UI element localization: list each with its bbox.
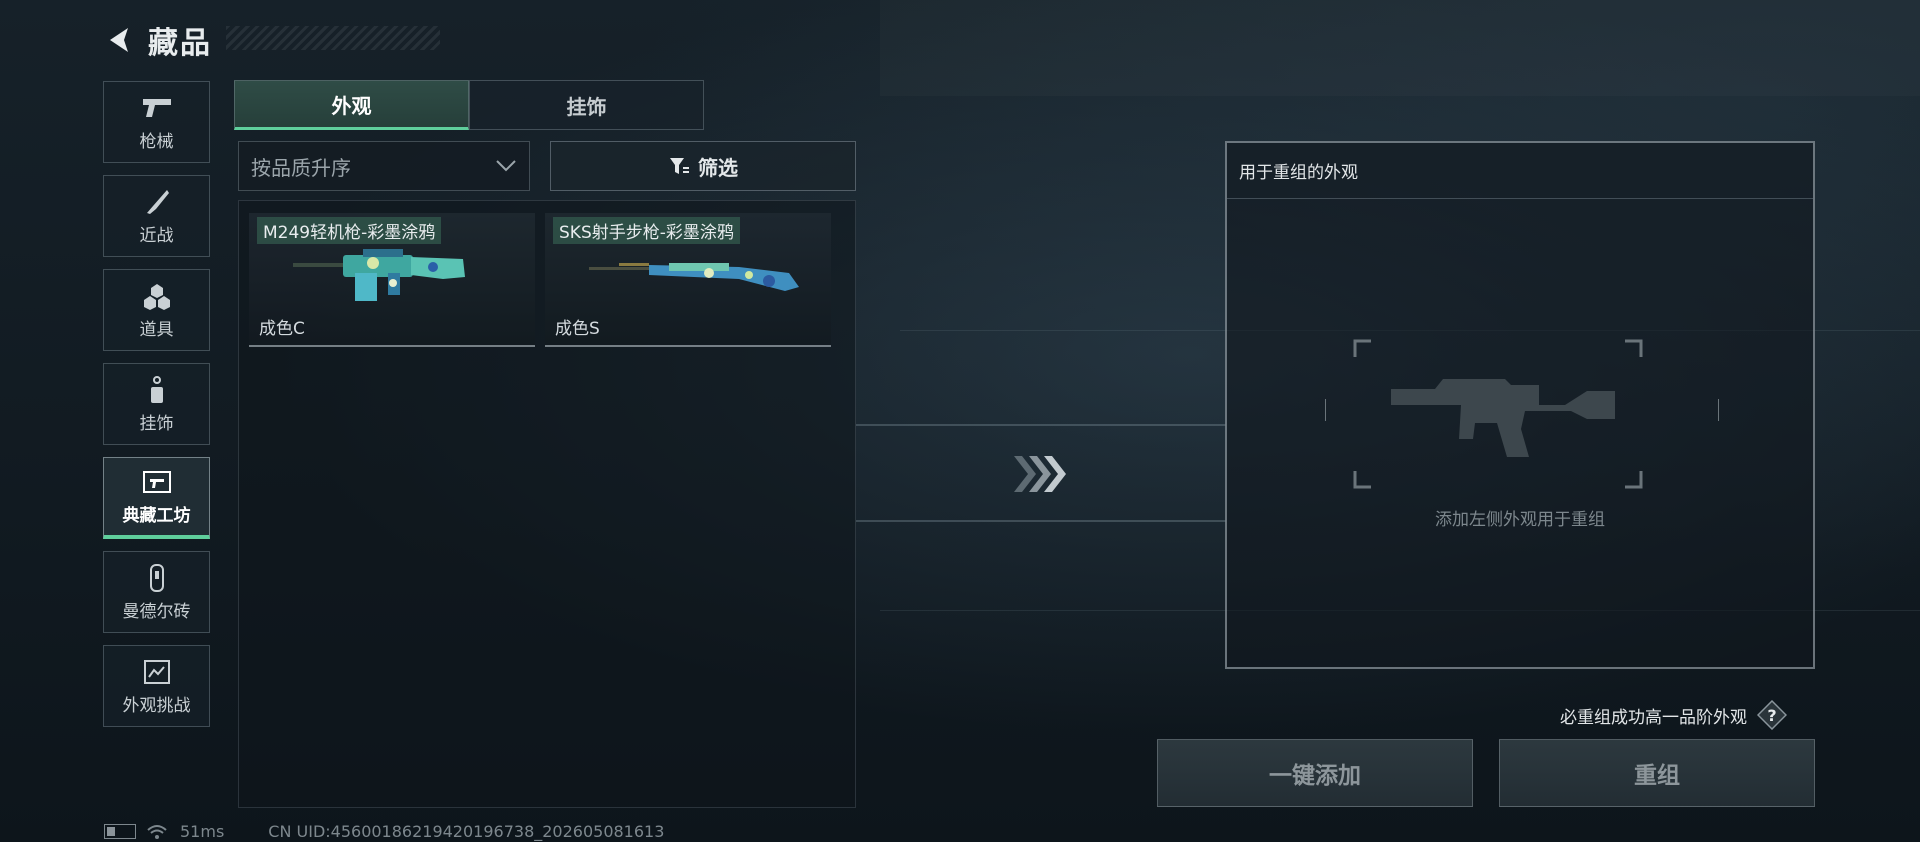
recombine-hint: 添加左侧外观用于重组 [1435, 510, 1605, 530]
sks-skin-image [589, 263, 799, 291]
status-bar: 51ms CN UID:456001862194201967​38_202605… [104, 822, 664, 841]
sidebar-item-label: 枪械 [139, 131, 174, 152]
brick-icon [141, 563, 173, 593]
recombine-button[interactable]: 重组 [1499, 739, 1815, 807]
ping-value: 51ms [180, 822, 225, 841]
recombine-panel-title: 用于重组的外观 [1227, 143, 1813, 199]
sort-value: 按品质升序 [251, 155, 351, 180]
title-decoration [226, 26, 440, 50]
inventory-item-card[interactable]: SKS射手步枪-彩墨涂鸦 成色S [545, 213, 831, 347]
item-quality: 成色C [259, 319, 305, 339]
background-panel [880, 0, 1920, 96]
user-uid: CN UID:456001862194201967​38_20260508161… [268, 822, 665, 841]
sidebar-item-guns[interactable]: 枪械 [103, 81, 210, 163]
filter-label: 筛选 [698, 155, 738, 180]
item-quality: 成色S [555, 319, 600, 339]
sort-dropdown[interactable]: 按品质升序 [238, 141, 530, 191]
m249-skin-image [293, 249, 465, 301]
sidebar-item-label: 近战 [139, 225, 174, 246]
knife-icon [141, 187, 173, 217]
filter-icon [670, 158, 689, 174]
page-title: 藏品 [148, 26, 212, 61]
svg-text:?: ? [1767, 706, 1776, 725]
sidebar-item-label: 挂饰 [139, 413, 174, 434]
sidebar-item-label: 曼德尔砖 [122, 601, 191, 622]
pistol-icon [141, 93, 173, 123]
triple-chevron-right-icon [1014, 456, 1066, 492]
recombine-panel: 用于重组的外观 添加左侧外观用于重组 [1225, 141, 1815, 669]
tab-charms[interactable]: 挂饰 [469, 80, 704, 130]
workshop-icon [141, 467, 173, 497]
challenge-icon [141, 657, 173, 687]
sidebar-item-label: 外观挑战 [122, 695, 191, 716]
sidebar-item-label: 典藏工坊 [122, 506, 191, 526]
chevron-down-icon [496, 160, 516, 172]
item-name: M249轻机枪-彩墨涂鸦 [257, 217, 442, 244]
charm-icon [141, 375, 173, 405]
filter-button[interactable]: 筛选 [550, 141, 856, 191]
category-sidebar: 枪械 近战 道具 挂饰 典藏工坊 曼德尔砖 外观挑战 [103, 81, 210, 739]
sidebar-item-charms[interactable]: 挂饰 [103, 363, 210, 445]
page-header: 藏品 [104, 20, 212, 61]
connector-line [856, 424, 1226, 426]
guarantee-text: 必重组成功高一品阶外观 [1560, 707, 1747, 728]
sidebar-item-melee[interactable]: 近战 [103, 175, 210, 257]
inventory-item-card[interactable]: M249轻机枪-彩墨涂鸦 成色C [249, 213, 535, 347]
recombine-slot[interactable] [1324, 339, 1720, 489]
sidebar-item-mandel-brick[interactable]: 曼德尔砖 [103, 551, 210, 633]
connector-line [856, 520, 1226, 522]
tab-bar: 外观 挂饰 [234, 80, 704, 130]
battery-icon [104, 824, 136, 839]
tab-appearance[interactable]: 外观 [234, 80, 469, 130]
rifle-placeholder-icon [1324, 339, 1720, 489]
sidebar-item-label: 道具 [139, 319, 174, 340]
guarantee-info: 必重组成功高一品阶外观 ? [1560, 699, 1788, 731]
one-click-add-button[interactable]: 一键添加 [1157, 739, 1473, 807]
inventory-grid: M249轻机枪-彩墨涂鸦 成色C SKS射手步枪-彩墨涂鸦 成色S [238, 200, 856, 808]
help-icon[interactable]: ? [1756, 699, 1788, 731]
wifi-icon [147, 824, 167, 839]
back-arrow-icon[interactable] [104, 25, 134, 55]
sidebar-item-workshop[interactable]: 典藏工坊 [103, 457, 210, 539]
grenade-icon [141, 281, 173, 311]
item-name: SKS射手步枪-彩墨涂鸦 [553, 217, 740, 244]
sidebar-item-appearance-challenge[interactable]: 外观挑战 [103, 645, 210, 727]
sidebar-item-gadgets[interactable]: 道具 [103, 269, 210, 351]
